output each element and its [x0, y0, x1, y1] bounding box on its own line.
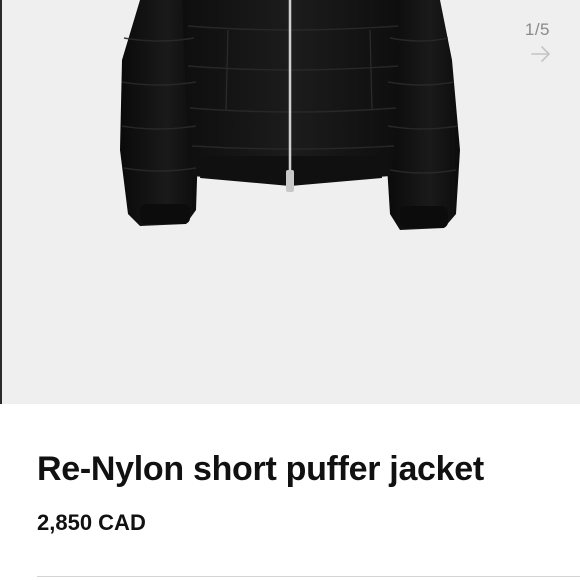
product-info: Re-Nylon short puffer jacket 2,850 CAD [0, 404, 580, 580]
image-counter: 1/5 [524, 20, 550, 39]
divider [37, 576, 580, 577]
product-image-gallery[interactable]: 1/5 [0, 0, 580, 404]
arrow-right-icon[interactable] [530, 44, 552, 64]
product-image[interactable] [100, 0, 480, 240]
product-title: Re-Nylon short puffer jacket [37, 450, 484, 488]
product-price: 2,850 CAD [37, 510, 146, 535]
product-page: 1/5 Re-Nylon short puffer jacket 2,850 C… [0, 0, 580, 580]
